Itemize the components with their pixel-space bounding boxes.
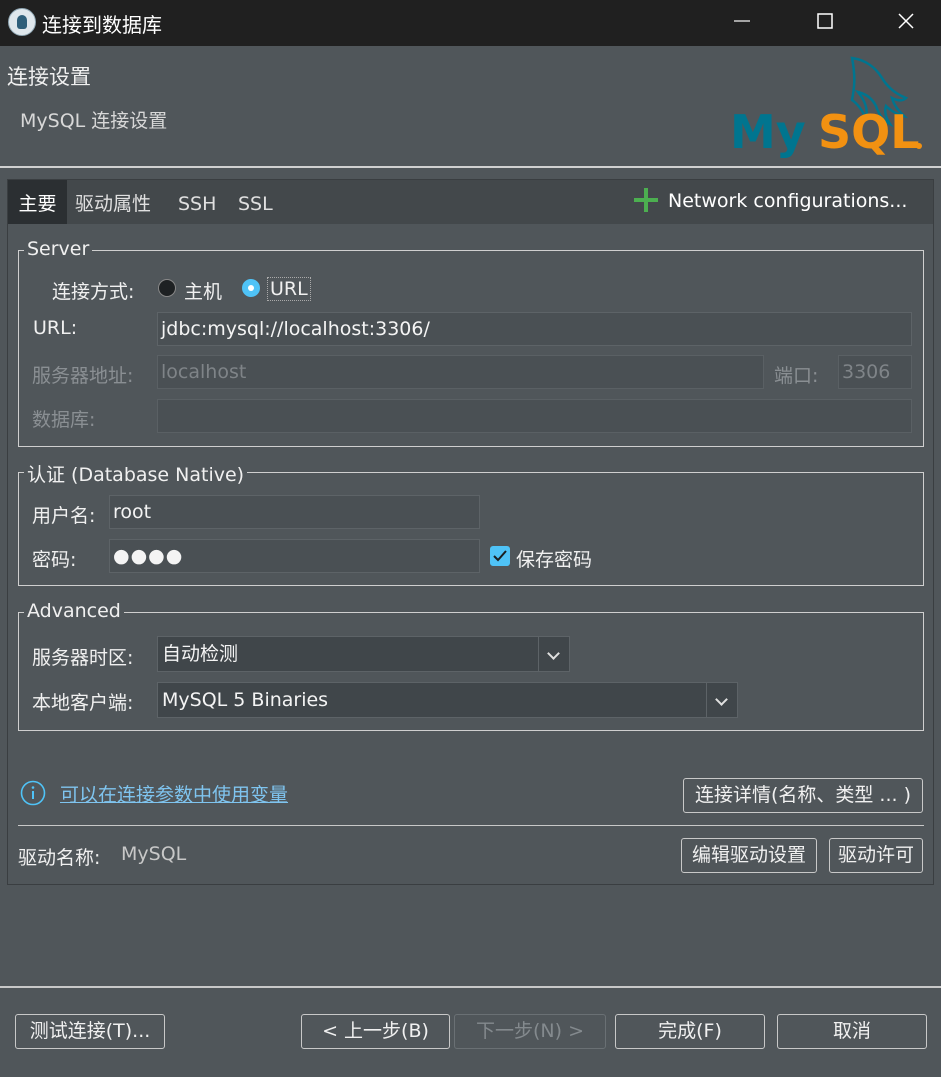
username-label: 用户名:	[32, 505, 96, 527]
network-configurations-label: Network configurations...	[668, 190, 908, 212]
save-password-checkbox[interactable]	[490, 546, 510, 566]
save-password-label: 保存密码	[516, 549, 593, 571]
check-icon	[493, 550, 507, 562]
advanced-legend: Advanced	[24, 600, 124, 622]
maximize-icon[interactable]	[795, 0, 855, 42]
client-value: MySQL 5 Binaries	[162, 689, 329, 711]
tab-ssh[interactable]: SSH	[178, 180, 216, 224]
driver-name-label: 驱动名称:	[18, 847, 101, 869]
host-input[interactable]: localhost	[157, 355, 764, 389]
url-input[interactable]: jdbc:mysql://localhost:3306/	[157, 312, 912, 346]
chevron-down-icon[interactable]	[538, 637, 569, 671]
connection-details-button[interactable]: 连接详情(名称、类型 ... )	[683, 778, 923, 813]
footer-divider	[0, 986, 941, 988]
mysql-logo-my: My	[730, 105, 806, 158]
tab-main[interactable]: 主要	[8, 180, 67, 224]
network-configurations-button[interactable]: Network configurations...	[634, 186, 907, 216]
close-icon[interactable]	[876, 0, 936, 42]
plus-icon	[634, 188, 658, 212]
info-icon	[20, 780, 46, 806]
svg-text:SQL: SQL	[818, 105, 920, 158]
variables-link[interactable]: 可以在连接参数中使用变量	[60, 780, 288, 807]
database-input[interactable]	[157, 399, 912, 433]
radio-url-label: URL	[267, 277, 311, 301]
radio-host-label: 主机	[184, 281, 223, 303]
server-legend: Server	[24, 238, 93, 260]
port-label: 端口:	[774, 365, 819, 387]
port-input[interactable]: 3306	[838, 355, 912, 389]
client-label: 本地客户端:	[32, 692, 134, 714]
driver-divider	[18, 825, 924, 826]
username-input[interactable]: root	[109, 495, 480, 529]
radio-host[interactable]	[158, 279, 176, 297]
page-subtitle: MySQL 连接设置	[20, 110, 168, 132]
timezone-label: 服务器时区:	[32, 647, 134, 669]
finish-button[interactable]: 完成(F)	[615, 1014, 765, 1049]
timezone-value: 自动检测	[162, 643, 239, 665]
minimize-icon[interactable]	[712, 0, 772, 42]
database-label: 数据库:	[32, 409, 96, 431]
tab-ssl[interactable]: SSL	[238, 180, 273, 224]
auth-legend: 认证 (Database Native)	[24, 460, 248, 487]
url-label: URL:	[33, 317, 78, 339]
tab-driver-properties[interactable]: 驱动属性	[75, 180, 151, 224]
password-input[interactable]: ●●●●	[109, 539, 480, 573]
timezone-select[interactable]: 自动检测	[157, 636, 570, 672]
page-title: 连接设置	[7, 65, 91, 89]
chevron-down-icon[interactable]	[706, 683, 737, 717]
test-connection-button[interactable]: 测试连接(T)...	[15, 1014, 165, 1049]
radio-url[interactable]	[242, 279, 260, 297]
host-label: 服务器地址:	[32, 365, 134, 387]
driver-name-value: MySQL	[121, 843, 187, 865]
app-icon	[8, 8, 36, 36]
mysql-logo: My SQL	[726, 54, 926, 159]
window-title: 连接到数据库	[42, 13, 162, 37]
password-label: 密码:	[32, 549, 77, 571]
connect-mode-label: 连接方式:	[52, 281, 135, 303]
header-divider	[0, 166, 941, 168]
driver-license-button[interactable]: 驱动许可	[829, 838, 923, 873]
next-button[interactable]: 下一步(N) >	[454, 1014, 606, 1049]
back-button[interactable]: < 上一步(B)	[301, 1014, 450, 1049]
edit-driver-button[interactable]: 编辑驱动设置	[681, 838, 817, 873]
cancel-button[interactable]: 取消	[777, 1014, 927, 1049]
client-select[interactable]: MySQL 5 Binaries	[157, 682, 738, 718]
